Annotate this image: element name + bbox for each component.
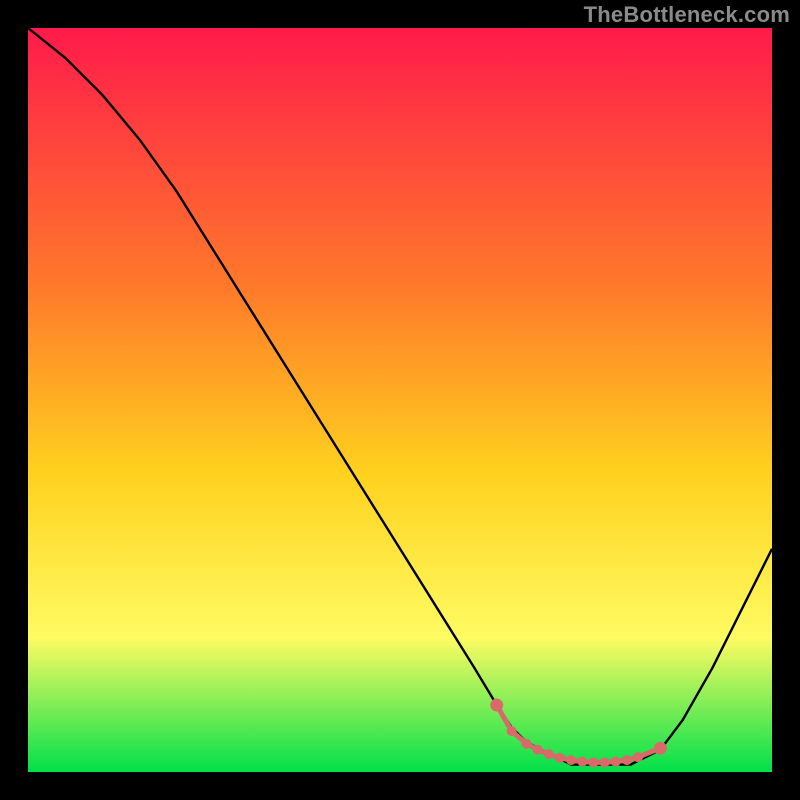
marker-dot xyxy=(566,755,576,765)
marker-dot xyxy=(544,749,554,759)
marker-dot xyxy=(611,757,621,767)
marker-dot xyxy=(490,699,503,712)
marker-dot xyxy=(622,755,632,765)
marker-dot xyxy=(600,757,610,767)
marker-dot xyxy=(521,739,531,749)
marker-dot xyxy=(633,752,643,762)
chart-frame: TheBottleneck.com xyxy=(0,0,800,800)
marker-dot xyxy=(577,757,587,767)
marker-dot xyxy=(507,726,517,736)
plot-svg xyxy=(28,28,772,772)
marker-dot xyxy=(555,753,565,763)
plot-area xyxy=(28,28,772,772)
marker-dot xyxy=(533,745,543,755)
watermark-text: TheBottleneck.com xyxy=(584,2,790,28)
marker-dot xyxy=(588,757,598,767)
marker-dot xyxy=(654,742,667,755)
